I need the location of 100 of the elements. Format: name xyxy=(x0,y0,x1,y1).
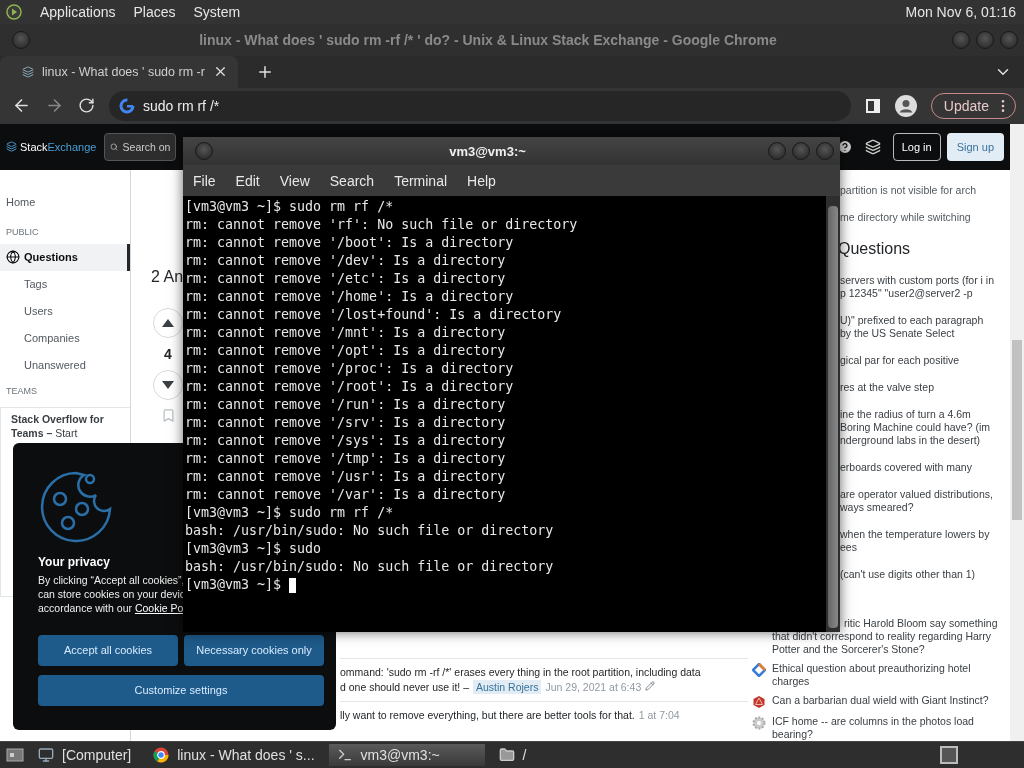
chrome-icon xyxy=(153,747,170,763)
sidebar-heading: PUBLIC xyxy=(5,225,40,239)
gear-icon xyxy=(752,715,766,730)
maximize-icon[interactable] xyxy=(792,142,810,160)
panel-menu[interactable]: Applications xyxy=(40,4,116,20)
taskbar-item[interactable]: linux - What does ' s... xyxy=(145,744,323,766)
terminal-line: bash: /usr/bin/sudo: No such file or directory xyxy=(185,558,554,576)
hot-question-link[interactable]: gical par for each positive xyxy=(840,353,960,367)
terminal-line: rm: cannot remove '/etc': Is a directory xyxy=(185,270,506,288)
site-switcher-icon[interactable] xyxy=(864,138,881,155)
maximize-icon[interactable] xyxy=(976,30,994,49)
dialog-title: Your privacy xyxy=(38,554,110,569)
terminal-line: rm: cannot remove '/home': Is a directory xyxy=(185,288,514,306)
signup-button[interactable]: Sign up xyxy=(946,132,1004,161)
hot-question-link[interactable]: Can a barbarian dual wield with Giant Instinct? xyxy=(772,693,989,709)
terminal-scrollbar[interactable] xyxy=(826,196,840,632)
terminal-line: rm: cannot remove '/tmp': Is a directory xyxy=(185,450,506,468)
panel-menu[interactable]: Places xyxy=(133,4,176,20)
hot-question-link[interactable]: ritic Harold Bloom say something that didn't correspond to reality regarding Harry Potter and the Sorcerer's Stone? xyxy=(772,616,998,656)
cursor xyxy=(289,577,297,593)
menu-item[interactable]: File xyxy=(185,172,224,189)
side-panel-icon[interactable] xyxy=(864,97,881,114)
window-title: linux - What does ' sudo rm -rf /* ' do? - Unix & Linux Stack Exchange - Google Chrome xyxy=(198,31,778,48)
menu-item[interactable]: Help xyxy=(459,172,504,189)
terminal-line: rm: cannot remove 'rf': No such file or directory xyxy=(185,216,578,234)
window-menu-icon[interactable] xyxy=(195,142,213,160)
hot-question-link[interactable]: servers with custom ports (for i in p 12345" "user2@server2 -p xyxy=(840,273,995,300)
comment: ommand: 'sudo rm -rf /*' erases every thing in the root partition, including data d one should never use it! – Austin Rojers Jun 29, 2021 at 6:43 xyxy=(340,658,748,702)
upvote-button[interactable] xyxy=(153,307,183,338)
taskbar-item[interactable]: [Computer] xyxy=(30,744,140,766)
menu-logo-icon[interactable] xyxy=(6,4,22,20)
browser-tab[interactable]: linux - What does ' sudo rm -r xyxy=(0,55,238,88)
clock[interactable]: Mon Nov 6, 01:16 xyxy=(905,4,1016,20)
comment: lly want to remove everything, but there are better tools for that. 1 at 7:04 xyxy=(340,701,748,730)
sidebar-item[interactable]: Companies xyxy=(0,324,130,352)
menu-item[interactable]: Terminal xyxy=(386,172,456,189)
pencil-icon[interactable] xyxy=(645,681,656,692)
reload-icon[interactable] xyxy=(78,97,95,115)
minimize-icon[interactable] xyxy=(952,30,970,49)
related-question-link[interactable]: me directory while switching xyxy=(840,210,971,224)
policy-link[interactable]: Cookie Po xyxy=(134,601,184,614)
hot-question-link[interactable]: are operator valued distributions, ways smeared? xyxy=(840,487,993,514)
up-triangle-icon xyxy=(162,318,174,327)
profile-icon[interactable] xyxy=(894,94,917,117)
downvote-button[interactable] xyxy=(153,369,183,400)
minimize-icon[interactable] xyxy=(768,142,786,160)
terminal-line: rm: cannot remove '/dev': Is a directory xyxy=(185,252,506,270)
hot-question-link[interactable]: (can't use digits other than 1) xyxy=(840,567,976,581)
down-triangle-icon xyxy=(162,380,174,389)
taskbar-item[interactable]: vm3@vm3:~ xyxy=(328,744,485,766)
diamond-icon xyxy=(752,662,766,677)
sidebar-item[interactable]: Users xyxy=(0,297,130,325)
hot-question-link[interactable]: res at the valve step xyxy=(840,380,934,394)
hot-question-link[interactable]: ICF home -- are columns in the photos load bearing? xyxy=(772,714,974,741)
menu-item[interactable]: View xyxy=(271,172,318,189)
answers-heading: 2 An xyxy=(151,267,184,286)
terminal-title: vm3@vm3:~ xyxy=(448,143,527,159)
vote-count: 4 xyxy=(164,345,172,362)
login-button[interactable]: Log in xyxy=(892,132,941,161)
search-field[interactable]: Search on xyxy=(104,132,177,161)
google-icon xyxy=(119,97,135,114)
section-heading: Questions xyxy=(838,238,911,259)
sidebar-item[interactable]: Questions xyxy=(0,243,130,271)
tab-title: linux - What does ' sudo rm -r xyxy=(42,64,205,79)
workspace-switcher[interactable] xyxy=(940,746,958,764)
terminal-line: bash: /usr/bin/sudo: No such file or directory xyxy=(185,522,554,540)
user-link[interactable]: Austin Rojers xyxy=(473,680,542,695)
cookie-button[interactable]: Accept all cookies xyxy=(38,634,178,666)
window-menu-icon[interactable] xyxy=(12,30,30,49)
terminal-line: rm: cannot remove '/proc': Is a directory xyxy=(185,360,514,378)
hot-question-link[interactable]: when the temperature lowers by ees xyxy=(840,527,990,554)
die-icon xyxy=(752,694,766,709)
terminal-line: [vm3@vm3 ~]$ sudo rm rf /* xyxy=(185,198,394,216)
terminal-line: rm: cannot remove '/var': Is a directory xyxy=(185,486,506,504)
site-logo[interactable]: StackExchange xyxy=(6,140,97,153)
computer-icon xyxy=(38,747,54,763)
show-desktop-icon[interactable] xyxy=(6,747,24,763)
sidebar-item[interactable]: Unanswered xyxy=(0,351,130,379)
hot-question-link[interactable]: ine the radius of turn a 4.6m Boring Machine could have? (im nderground labs in the desert) xyxy=(840,407,990,447)
address-bar[interactable]: sudo rm rf /* xyxy=(109,90,851,121)
folder-icon xyxy=(498,747,515,763)
sidebar-item[interactable]: Tags xyxy=(0,270,130,298)
terminal-icon xyxy=(336,747,353,763)
related-question-link[interactable]: partition is not visible for arch xyxy=(840,183,976,197)
sidebar-item[interactable]: Home xyxy=(0,189,130,214)
menu-item[interactable]: Edit xyxy=(227,172,268,189)
hot-question-link[interactable]: U)" prefixed to each paragraph by the US Senate Select xyxy=(840,313,984,340)
hot-question-link[interactable]: Ethical question about preauthorizing hotel charges xyxy=(772,661,971,688)
cookie-button[interactable]: Customize settings xyxy=(38,674,324,706)
site-icon xyxy=(22,65,34,78)
terminal-line: rm: cannot remove '/opt': Is a directory xyxy=(185,342,506,360)
cookie-button[interactable]: Necessary cookies only xyxy=(184,634,324,666)
terminal-line: rm: cannot remove '/sys': Is a directory xyxy=(185,432,506,450)
terminal-line: [vm3@vm3 ~]$ sudo xyxy=(185,540,322,558)
panel-menu[interactable]: System xyxy=(193,4,241,20)
terminal-line: [vm3@vm3 ~]$ xyxy=(185,576,283,594)
menu-item[interactable]: Search xyxy=(321,172,383,189)
scrollbar[interactable] xyxy=(1010,123,1024,742)
hot-question-link[interactable]: erboards covered with many xyxy=(840,460,972,474)
taskbar-item[interactable]: / xyxy=(490,744,535,766)
